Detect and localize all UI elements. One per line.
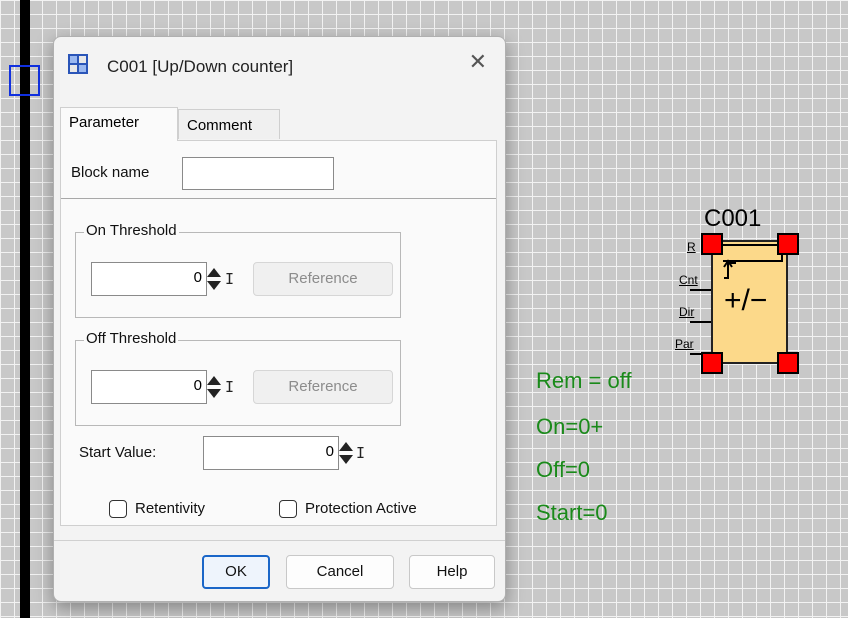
block-name-label: Block name — [71, 164, 150, 181]
start-value-input[interactable]: 0 — [203, 436, 339, 470]
protection-label: Protection Active — [305, 500, 417, 517]
help-button[interactable]: Help — [409, 555, 495, 589]
close-icon[interactable]: ✕ — [469, 51, 487, 75]
pin-dir-line — [690, 321, 711, 323]
on-threshold-title: On Threshold — [84, 222, 179, 239]
on-threshold-input[interactable]: 0 — [91, 262, 207, 296]
parameter-panel: Block name On Threshold 0 I Reference Of… — [60, 140, 497, 526]
block-name-input[interactable] — [182, 157, 334, 190]
footer-divider — [54, 540, 505, 541]
on-threshold-unit: I — [225, 270, 235, 288]
resize-handle-top-right[interactable] — [777, 233, 799, 255]
block-app-icon — [68, 54, 88, 74]
divider — [61, 198, 496, 199]
tab-parameter[interactable]: Parameter — [60, 107, 178, 141]
ok-button[interactable]: OK — [202, 555, 270, 589]
pin-dir: Dir — [679, 305, 695, 319]
cancel-button[interactable]: Cancel — [286, 555, 394, 589]
resize-handle-bottom-right[interactable] — [777, 352, 799, 374]
param-remanence: Rem = off — [536, 368, 632, 393]
retentivity-label: Retentivity — [135, 500, 206, 517]
param-off: Off=0 — [536, 457, 591, 482]
block-name-label: C001 — [704, 205, 762, 232]
off-threshold-unit: I — [225, 378, 235, 396]
protection-checkbox[interactable] — [279, 500, 297, 518]
start-value-label: Start Value: — [79, 444, 157, 461]
off-threshold-stepper[interactable] — [207, 373, 221, 401]
selection-marker[interactable] — [9, 65, 40, 96]
start-value-unit: I — [356, 444, 366, 462]
param-start: Start=0 — [536, 500, 608, 525]
param-on: On=0+ — [536, 414, 604, 439]
dialog-title: C001 [Up/Down counter] — [107, 57, 294, 76]
up-down-symbol: +/− — [724, 284, 768, 317]
pin-cnt: Cnt — [679, 273, 698, 287]
retentivity-checkbox[interactable] — [109, 500, 127, 518]
pin-r: R — [687, 240, 696, 254]
start-value-stepper[interactable] — [339, 439, 353, 467]
tab-comment[interactable]: Comment — [178, 109, 280, 139]
pin-par: Par — [675, 337, 694, 351]
on-reference-button[interactable]: Reference — [253, 262, 393, 296]
count-edge-icon — [723, 259, 736, 279]
pin-cnt-line — [690, 289, 711, 291]
off-threshold-input[interactable]: 0 — [91, 370, 207, 404]
on-threshold-stepper[interactable] — [207, 265, 221, 293]
counter-dialog: C001 [Up/Down counter] ✕ Parameter Comme… — [53, 36, 506, 602]
resize-handle-bottom-left[interactable] — [701, 352, 723, 374]
off-threshold-title: Off Threshold — [84, 330, 179, 347]
resize-handle-top-left[interactable] — [701, 233, 723, 255]
off-reference-button[interactable]: Reference — [253, 370, 393, 404]
dialog-titlebar[interactable]: C001 [Up/Down counter] ✕ — [54, 37, 505, 95]
